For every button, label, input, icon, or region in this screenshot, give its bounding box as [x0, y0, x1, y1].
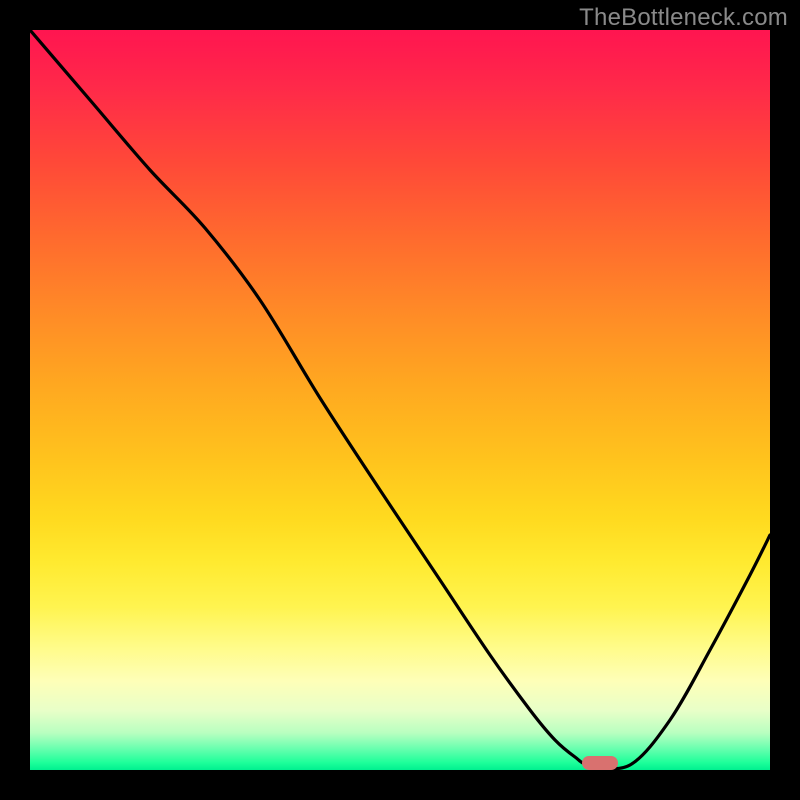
plot-area	[30, 30, 770, 770]
chart-frame: TheBottleneck.com	[0, 0, 800, 800]
bottleneck-curve	[30, 30, 770, 769]
curve-svg	[30, 30, 770, 770]
optimal-marker	[582, 756, 618, 770]
watermark-text: TheBottleneck.com	[579, 4, 788, 32]
